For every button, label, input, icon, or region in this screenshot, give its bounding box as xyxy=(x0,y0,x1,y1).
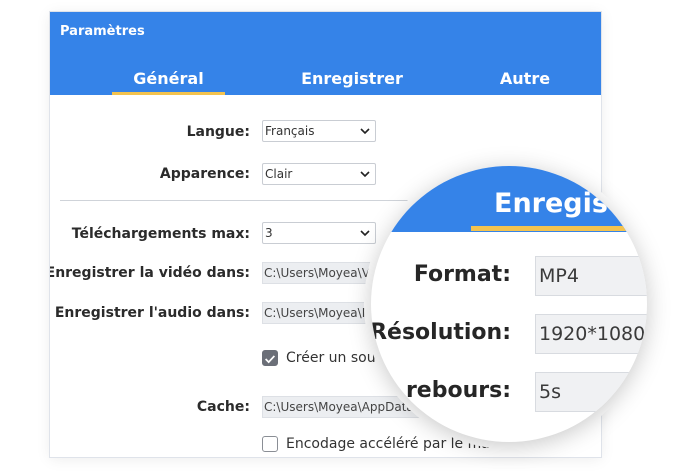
settings-header: Paramètres Général Enregistrer Autre xyxy=(50,12,601,95)
magnifier-callout: Enregistrer Format: MP4 Résolution: 1920… xyxy=(371,166,647,442)
appearance-select[interactable]: Clair xyxy=(262,163,376,185)
hw-encoding-checkbox[interactable] xyxy=(262,436,278,452)
magnifier-tab-enregistrer: Enregistrer xyxy=(494,188,647,219)
max-downloads-label: Téléchargements max: xyxy=(71,226,250,242)
appearance-value: Clair xyxy=(265,167,293,181)
max-downloads-select[interactable]: 3 xyxy=(262,222,376,244)
window-title: Paramètres xyxy=(60,24,145,39)
tab-enregistrer[interactable]: Enregistrer xyxy=(277,66,427,92)
chevron-down-icon xyxy=(360,128,370,135)
language-label: Langue: xyxy=(186,124,250,140)
language-select[interactable]: Français xyxy=(262,120,376,142)
max-downloads-value: 3 xyxy=(265,226,273,240)
chevron-down-icon xyxy=(360,230,370,237)
tab-autre[interactable]: Autre xyxy=(480,66,570,92)
countdown-value: 5s xyxy=(535,372,647,412)
check-icon xyxy=(265,355,276,364)
language-value: Français xyxy=(265,124,315,138)
chevron-down-icon xyxy=(360,171,370,178)
countdown-label: Compte à rebours: xyxy=(371,378,511,403)
video-dir-label: Enregistrer la vidéo dans: xyxy=(50,265,250,281)
resolution-label: Résolution: xyxy=(371,320,511,345)
audio-dir-label: Enregistrer l'audio dans: xyxy=(54,305,250,321)
appearance-label: Apparence: xyxy=(159,166,250,182)
magnifier-tab-underline xyxy=(471,226,647,231)
format-label: Format: xyxy=(413,262,511,287)
subfolder-checkbox[interactable] xyxy=(262,350,278,366)
resolution-value: 1920*1080 xyxy=(535,314,647,354)
format-value: MP4 xyxy=(535,256,647,296)
cache-label: Cache: xyxy=(196,399,250,415)
tab-general[interactable]: Général xyxy=(112,66,225,95)
